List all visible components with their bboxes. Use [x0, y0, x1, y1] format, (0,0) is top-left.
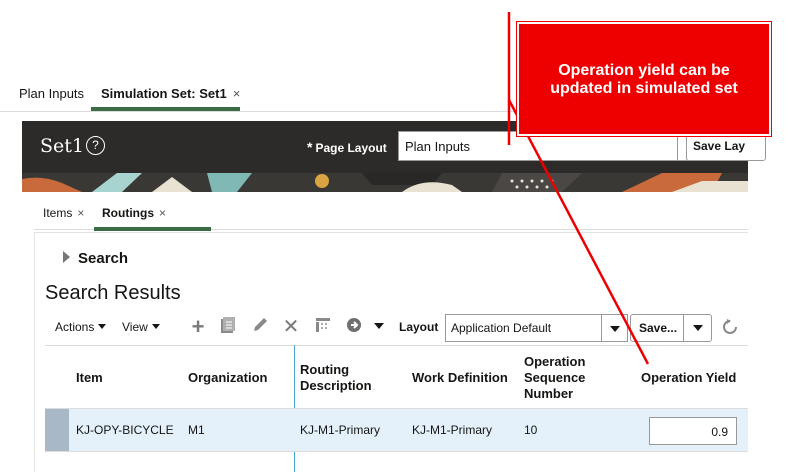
tab-label: Plan Inputs	[19, 86, 85, 101]
column-header-operation-sequence[interactable]: Operation Sequence Number	[524, 354, 585, 402]
close-icon[interactable]: ×	[159, 206, 166, 220]
actions-menu[interactable]: Actions	[55, 320, 107, 334]
callout-line-1: Operation yield can be	[558, 62, 730, 79]
page-title: Set1	[40, 135, 84, 157]
view-label: View	[122, 320, 148, 334]
save-label: Save...	[639, 321, 678, 335]
active-tab-indicator	[94, 227, 211, 231]
search-label: Search	[78, 250, 129, 267]
header-line: Routing	[300, 362, 350, 377]
table-toolbar: Actions View + ✕ Layout Application Defa…	[45, 312, 748, 342]
cell-item: KJ-OPY-BICYCLE	[76, 423, 174, 437]
view-menu[interactable]: View	[122, 320, 160, 334]
page-layout-label: * Page Layout	[307, 139, 387, 155]
active-tab-indicator	[91, 107, 240, 111]
callout-text: Operation yield can be updated in simula…	[519, 62, 769, 98]
column-header-work-definition[interactable]: Work Definition	[412, 370, 508, 386]
header-line: Description	[300, 378, 372, 393]
close-icon[interactable]: ×	[233, 86, 241, 101]
layout-select[interactable]: Application Default	[445, 314, 628, 342]
search-results-title: Search Results	[45, 282, 181, 304]
edit-icon[interactable]	[250, 316, 270, 338]
required-indicator: *	[307, 139, 313, 155]
actions-label: Actions	[55, 320, 95, 334]
page-layout-value: Plan Inputs	[405, 139, 471, 154]
cell-routing-description: KJ-M1-Primary	[300, 423, 380, 437]
column-header-operation-yield[interactable]: Operation Yield	[641, 370, 736, 386]
column-header-routing-description[interactable]: Routing Description	[300, 362, 372, 394]
tab-label: Items	[43, 206, 73, 220]
header-line: Number	[524, 386, 574, 401]
annotation-callout: Operation yield can be updated in simula…	[516, 21, 772, 137]
header-line: Sequence	[524, 370, 586, 385]
more-dropdown-icon[interactable]	[369, 316, 389, 338]
table-row[interactable]: KJ-OPY-BICYCLE M1 KJ-M1-Primary KJ-M1-Pr…	[45, 408, 748, 452]
reset-icon[interactable]	[721, 318, 739, 341]
tab-items[interactable]: Items ×	[43, 206, 84, 220]
column-header-item[interactable]: Item	[76, 370, 103, 386]
page-layout-label-text: Page Layout	[315, 141, 387, 155]
cell-work-definition: KJ-M1-Primary	[412, 423, 492, 437]
tab-label: Routings	[102, 206, 154, 220]
operation-yield-input[interactable]: 0.9	[649, 417, 737, 445]
search-disclosure[interactable]: Search	[63, 250, 128, 267]
add-icon[interactable]: +	[188, 316, 208, 338]
close-icon[interactable]: ×	[77, 206, 84, 220]
duplicate-icon[interactable]	[218, 316, 238, 338]
tab-label: Simulation Set: Set1	[101, 86, 227, 101]
freeze-icon[interactable]	[313, 316, 333, 338]
cell-organization: M1	[188, 423, 205, 437]
chevron-down-icon[interactable]	[683, 315, 711, 341]
expand-triangle-icon[interactable]	[63, 251, 70, 263]
layout-label: Layout	[399, 320, 439, 334]
callout-line-2: updated in simulated set	[550, 80, 738, 97]
caret-down-icon	[98, 324, 107, 329]
save-button[interactable]: Save...	[630, 314, 712, 342]
tab-simulation-set[interactable]: Simulation Set: Set1 ×	[101, 86, 240, 101]
delete-icon[interactable]: ✕	[281, 316, 301, 338]
help-icon[interactable]: ?	[86, 136, 105, 155]
decorative-banner	[22, 173, 748, 192]
column-header-organization[interactable]: Organization	[188, 370, 267, 386]
sub-tab-bar: Items × Routings ×	[34, 200, 748, 231]
go-icon[interactable]	[344, 316, 364, 338]
table-header: Item Organization Routing Description Wo…	[45, 345, 748, 408]
banner-artwork	[22, 173, 748, 192]
row-selector[interactable]	[45, 409, 69, 451]
layout-value: Application Default	[451, 321, 552, 335]
cell-operation-sequence: 10	[524, 423, 538, 437]
chevron-down-icon[interactable]	[601, 315, 627, 341]
caret-down-icon	[151, 324, 160, 329]
header-line: Operation	[524, 354, 586, 369]
tab-plan-inputs[interactable]: Plan Inputs	[19, 86, 84, 101]
tab-routings[interactable]: Routings ×	[102, 206, 166, 220]
